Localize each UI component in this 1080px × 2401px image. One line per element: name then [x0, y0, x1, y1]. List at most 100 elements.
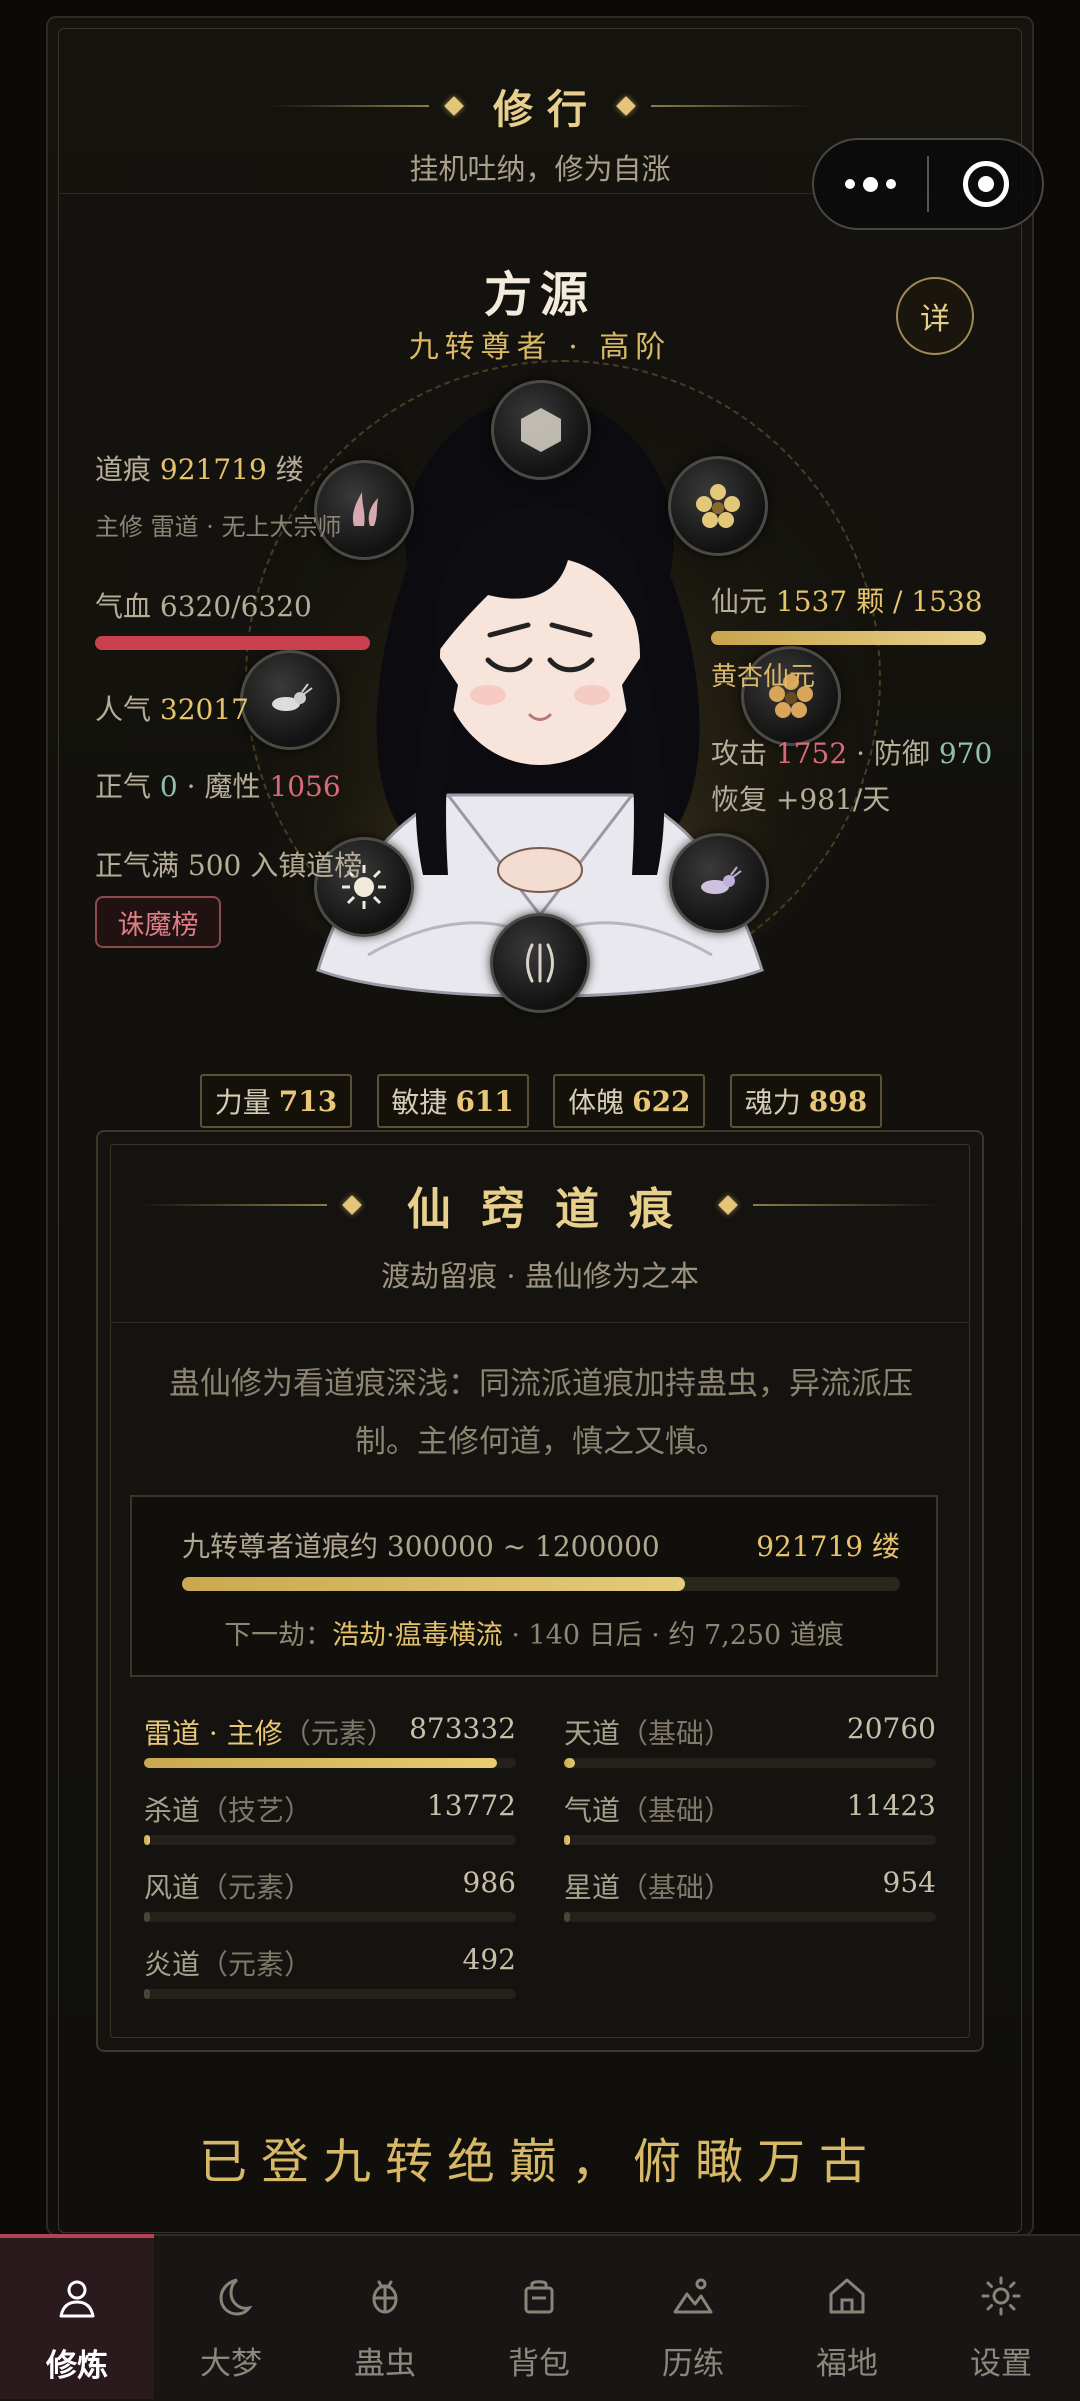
dao-value: 11423 [846, 1789, 936, 1822]
xianyuan-stat: 仙元 1537 颗 / 1538 [711, 585, 983, 618]
dao-bar-track [564, 1835, 936, 1845]
dao-name: 雷道 · 主修（元素） [144, 1717, 395, 1750]
zhumo-list-button[interactable]: 诛魔榜 [95, 896, 221, 948]
divider-right [753, 1204, 943, 1206]
tab-cultivate[interactable]: 修炼 [0, 2234, 154, 2399]
title-row: 修行 [58, 76, 1022, 136]
tab-blessed-land[interactable]: 福地 [770, 2236, 924, 2401]
dao-item: 气道（基础） 11423 [564, 1789, 936, 1859]
main-path: 主修 雷道 · 无上大宗师 [95, 513, 342, 541]
tab-settings[interactable]: 设置 [924, 2236, 1078, 2401]
dao-panel-header: 仙窍道痕 渡劫留痕 · 蛊仙修为之本 [111, 1145, 969, 1323]
flower-icon [696, 484, 740, 528]
wind-icon [526, 943, 554, 983]
divider-left [269, 105, 429, 107]
dao-panel-title: 仙窍道痕 [407, 1184, 703, 1235]
daohen-stat: 道痕 921719 缕 [95, 453, 304, 486]
dao-name: 炎道（元素） [144, 1948, 313, 1981]
dao-name: 气道（基础） [564, 1794, 733, 1827]
larva-icon [272, 683, 313, 711]
attr-soul: 魂力 898 [729, 1074, 882, 1128]
range-label: 九转尊者道痕约 300000 ~ 1200000 [182, 1530, 660, 1563]
dao-value: 986 [462, 1866, 516, 1899]
dao-bar-fill [144, 1758, 498, 1768]
more-button[interactable] [814, 176, 927, 192]
home-icon [823, 2272, 871, 2320]
page-title: 修行 [493, 86, 601, 133]
diamond-icon [444, 96, 464, 116]
dao-name: 天道（基础） [564, 1717, 733, 1750]
dao-bar-track [144, 1835, 516, 1845]
dao-item: 炎道（元素） 492 [144, 1943, 516, 2013]
xianyuan-type: 黄杏仙元 [711, 662, 816, 692]
dao-title-row: 仙窍道痕 [111, 1175, 969, 1235]
dao-name: 杀道（技艺） [144, 1794, 313, 1827]
diamond-icon [718, 1195, 738, 1215]
zhengqi-moxing-stat: 正气 0 · 魔性 1056 [95, 770, 341, 803]
tab-dream[interactable]: 大梦 [154, 2236, 308, 2401]
dao-item: 风道（元素） 986 [144, 1866, 516, 1936]
dao-bar-fill [564, 1912, 570, 1922]
gu-slot-bottom[interactable] [490, 913, 590, 1013]
dao-value: 954 [882, 1866, 936, 1899]
range-bar-track [182, 1577, 900, 1591]
tab-bag[interactable]: 背包 [462, 2236, 616, 2401]
tab-gu[interactable]: 蛊虫 [308, 2236, 462, 2401]
gu-slot-insect-right[interactable] [669, 833, 769, 933]
bottom-tab-bar: 修炼 大梦 蛊虫 背包 历练 福地 设置 [0, 2234, 1080, 2401]
daohen-value: 921719 [159, 453, 267, 486]
recover-stat: 恢复 +981/天 [711, 783, 891, 816]
xianyuan-bar-fill [711, 631, 986, 645]
dao-item: 天道（基础） 20760 [564, 1712, 936, 1782]
detail-button[interactable]: 详 [896, 277, 974, 355]
worm-icon [701, 866, 742, 894]
gu-slot-top[interactable] [491, 380, 591, 480]
tab-experience[interactable]: 历练 [616, 2236, 770, 2401]
dao-value: 492 [462, 1943, 516, 1976]
range-value: 921719 缕 [756, 1530, 900, 1563]
target-icon [962, 161, 1009, 207]
mountain-icon [669, 2272, 717, 2320]
dao-item: 杀道（技艺） 13772 [144, 1789, 516, 1859]
next-tribulation: 下一劫：浩劫·瘟毒横流 · 140 日后 · 约 7,250 道痕 [224, 1620, 844, 1651]
renqi-stat: 人气 32017 [95, 693, 249, 726]
qixue-bar-fill [95, 636, 370, 650]
attr-physique: 体魄 622 [553, 1074, 706, 1128]
miniprogram-capsule [812, 138, 1044, 230]
qixue-stat: 气血 6320/6320 [95, 590, 312, 623]
flame-icon [352, 492, 378, 526]
range-bar-fill [182, 1577, 685, 1591]
diamond-icon [616, 96, 636, 116]
dao-item: 雷道 · 主修（元素） 873332 [144, 1712, 516, 1782]
dao-value: 13772 [426, 1789, 516, 1822]
gear-icon [977, 2272, 1025, 2320]
dao-bar-track [144, 1989, 516, 1999]
xianyuan-bar-track [711, 631, 986, 645]
dao-value: 20760 [846, 1712, 936, 1745]
dao-bar-fill [144, 1989, 150, 1999]
bag-icon [515, 2272, 563, 2320]
dao-bar-fill [144, 1835, 150, 1845]
divider-right [651, 105, 811, 107]
gu-slot-insect-left[interactable] [240, 650, 340, 750]
dao-bar-fill [564, 1835, 570, 1845]
dao-bar-track [564, 1912, 936, 1922]
close-miniprogram-button[interactable] [929, 161, 1042, 207]
attack-defense-stat: 攻击 1752 · 防御 970 [711, 737, 993, 770]
next-tribulation-name: 浩劫·瘟毒横流 [332, 1620, 503, 1651]
attr-strength: 力量 713 [200, 1074, 352, 1128]
diamond-icon [342, 1195, 362, 1215]
qixue-bar-track [95, 636, 370, 650]
attr-agility: 敏捷 611 [376, 1074, 529, 1128]
dao-bar-fill [564, 1758, 576, 1768]
dao-value: 873332 [409, 1712, 516, 1745]
dao-bar-track [144, 1758, 516, 1768]
dao-bar-track [144, 1912, 516, 1922]
dao-name: 风道（元素） [144, 1871, 313, 1904]
hexagon-icon [521, 408, 561, 452]
daohen-range-box: 九转尊者道痕约 300000 ~ 1200000 921719 缕 下一劫：浩劫… [130, 1495, 938, 1677]
gu-slot-flower-top[interactable] [668, 456, 768, 556]
footer-slogan: 已登九转绝巅，俯瞰万古 [198, 2134, 881, 2190]
beetle-icon [361, 2272, 409, 2320]
dao-bar-track [564, 1758, 936, 1768]
